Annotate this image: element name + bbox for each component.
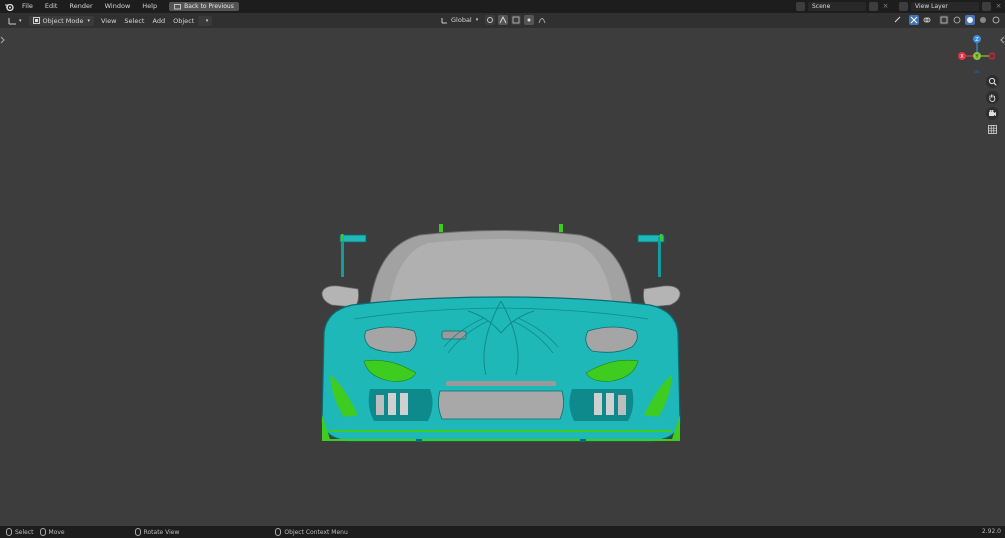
menu-object[interactable]: Object	[169, 16, 198, 26]
solid-shading-icon[interactable]	[965, 15, 975, 25]
status-select: Select	[6, 528, 34, 536]
orientation-icon	[441, 17, 447, 23]
mouse-right-icon	[275, 528, 282, 536]
version-label: 2.92.0	[981, 528, 1001, 535]
headlight-right	[585, 326, 638, 353]
status-bar: Select Move Rotate View Object Context M…	[0, 526, 1005, 538]
antenna-right	[559, 224, 563, 232]
navigation-gizmo[interactable]: Z Y X	[957, 31, 995, 73]
gizmo-toggle-icon[interactable]	[909, 15, 919, 25]
delete-scene-icon[interactable]: ×	[881, 2, 890, 11]
menu-edit[interactable]: Edit	[39, 0, 64, 13]
menu-file[interactable]: File	[16, 0, 39, 13]
extra-dropdown[interactable]: ▾	[198, 15, 213, 26]
viewport-header: ▾ Object Mode ▾ View Select Add Object ▾…	[0, 13, 1005, 28]
object-mode-icon	[32, 17, 40, 24]
headlight-left	[364, 326, 417, 353]
mode-label: Object Mode	[42, 16, 84, 25]
gizmo-x-label: X	[960, 54, 964, 60]
axes-icon	[8, 17, 16, 24]
snap-target-icon[interactable]	[511, 15, 522, 25]
scene-field[interactable]: Scene	[808, 2, 866, 11]
falloff-icon[interactable]	[537, 15, 547, 25]
viewport-display-controls	[890, 15, 1001, 25]
menu-help[interactable]: Help	[136, 0, 163, 13]
back-to-previous-label: Back to Previous	[184, 3, 234, 10]
menu-add[interactable]: Add	[148, 16, 169, 26]
menu-select[interactable]: Select	[120, 16, 148, 26]
mode-dropdown[interactable]: Object Mode ▾	[28, 15, 94, 26]
status-context: Object Context Menu	[275, 528, 348, 536]
status-rotate: Rotate View	[134, 528, 180, 536]
navigation-tools	[986, 75, 999, 136]
pan-hand-icon[interactable]	[986, 91, 999, 104]
back-to-previous-button[interactable]: Back to Previous	[169, 2, 239, 11]
delete-view-layer-icon[interactable]: ×	[994, 2, 1003, 11]
mouse-left-icon	[6, 528, 12, 536]
material-shading-icon[interactable]	[978, 15, 988, 25]
mouse-drag-icon	[39, 528, 46, 536]
antenna-left	[439, 224, 443, 232]
proportional-edit-icon[interactable]	[524, 15, 535, 25]
toolbar-expand-arrow-icon[interactable]	[0, 36, 5, 44]
pivot-icon[interactable]	[485, 15, 496, 25]
zoom-icon[interactable]	[986, 75, 999, 88]
menu-render[interactable]: Render	[63, 0, 98, 13]
topbar-right: Scene × View Layer ×	[796, 0, 1003, 13]
bumper-slot	[446, 381, 556, 386]
status-move-label: Move	[48, 528, 65, 536]
mirror-right	[643, 285, 681, 308]
view-layer-name: View Layer	[915, 3, 948, 10]
new-view-layer-icon[interactable]	[982, 2, 991, 11]
transform-controls: Global ▾	[437, 15, 547, 25]
view-layer-icon[interactable]	[899, 2, 908, 11]
status-context-label: Object Context Menu	[284, 528, 348, 536]
snap-icon[interactable]	[498, 15, 509, 25]
center-grille	[438, 390, 564, 420]
status-rotate-label: Rotate View	[143, 528, 180, 536]
xray-toggle-icon[interactable]	[939, 15, 949, 25]
scene-icon[interactable]	[796, 2, 805, 11]
3d-viewport[interactable]: Z Y X	[0, 28, 1005, 526]
new-scene-icon[interactable]	[869, 2, 878, 11]
editor-type-dropdown[interactable]: ▾	[4, 16, 26, 26]
screen-icon	[174, 3, 181, 9]
wireframe-shading-icon[interactable]	[952, 15, 962, 25]
mirror-left	[321, 285, 359, 308]
gizmo-z-label: Z	[975, 37, 979, 43]
orientation-label: Global	[451, 16, 472, 24]
camera-icon[interactable]	[986, 107, 999, 120]
sidebar-expand-arrow-icon[interactable]	[1000, 36, 1005, 44]
mouse-middle-icon	[134, 528, 141, 536]
view-object-types-icon[interactable]	[890, 15, 906, 25]
view-layer-field[interactable]: View Layer	[911, 2, 979, 11]
menu-window[interactable]: Window	[99, 0, 137, 13]
status-move: Move	[39, 528, 65, 536]
rendered-shading-icon[interactable]	[991, 15, 1001, 25]
windshield-glass	[390, 239, 612, 301]
orientation-dropdown[interactable]: Global ▾	[437, 15, 482, 25]
overlays-toggle-icon[interactable]	[922, 15, 932, 25]
gizmo-neg-x-axis[interactable]	[988, 52, 995, 60]
scene-name: Scene	[812, 3, 831, 10]
gizmo-neg-z-axis[interactable]	[974, 70, 980, 73]
menu-view[interactable]: View	[97, 16, 120, 26]
blender-logo-icon[interactable]	[2, 0, 16, 13]
top-menubar: File Edit Render Window Help Back to Pre…	[0, 0, 1005, 13]
chevron-down-icon: ▾	[87, 17, 90, 24]
car-model[interactable]	[318, 193, 684, 448]
grid-perspective-icon[interactable]	[986, 123, 999, 136]
status-select-label: Select	[15, 528, 34, 536]
